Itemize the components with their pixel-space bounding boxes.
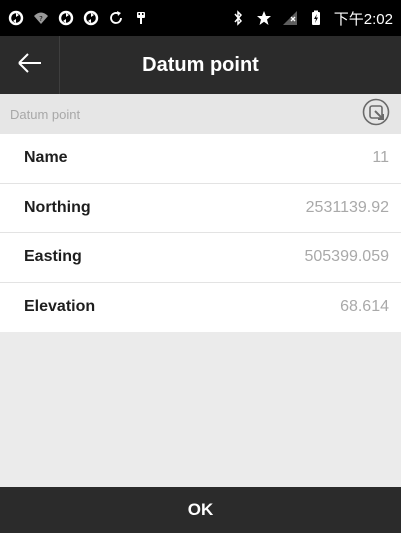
- no-signal-icon: [282, 10, 298, 26]
- status-bar: ? 下午2:02: [0, 0, 401, 36]
- field-row-elevation[interactable]: Elevation 68.614: [0, 283, 401, 333]
- field-row-easting[interactable]: Easting 505399.059: [0, 233, 401, 283]
- app-bar: Datum point: [0, 36, 401, 94]
- sync-icon: [8, 10, 24, 26]
- arrow-left-icon: [17, 52, 43, 79]
- usb-icon: [133, 10, 149, 26]
- field-value: 2531139.92: [305, 198, 389, 216]
- field-label: Elevation: [24, 298, 96, 316]
- select-point-icon: [362, 98, 390, 131]
- field-row-northing[interactable]: Northing 2531139.92: [0, 184, 401, 233]
- status-time: 下午2:02: [333, 10, 393, 28]
- status-left-icons: ?: [8, 10, 149, 26]
- select-point-button[interactable]: [361, 98, 391, 131]
- status-right-icons: 下午2:02: [230, 8, 393, 29]
- refresh-icon: [108, 10, 124, 26]
- field-value: 11: [372, 149, 389, 167]
- field-value: 505399.059: [304, 248, 389, 266]
- field-label: Name: [24, 149, 68, 167]
- section-header: Datum point: [0, 94, 401, 134]
- page-title: Datum point: [142, 53, 259, 76]
- svg-text:?: ?: [39, 15, 43, 23]
- field-value: 68.614: [340, 298, 389, 316]
- battery-charging-icon: [308, 10, 324, 26]
- bluetooth-icon: [230, 10, 246, 26]
- section-label: Datum point: [10, 106, 81, 122]
- field-row-name[interactable]: Name 11: [0, 134, 401, 184]
- back-button[interactable]: [0, 36, 60, 94]
- wifi-question-icon: ?: [33, 10, 49, 26]
- sync-icon: [83, 10, 99, 26]
- sync-icon: [58, 10, 74, 26]
- field-list: Name 11 Northing 2531139.92 Easting 5053…: [0, 134, 401, 332]
- star-icon: [256, 10, 272, 26]
- ok-button[interactable]: OK: [0, 487, 401, 533]
- field-label: Easting: [24, 248, 82, 266]
- field-label: Northing: [24, 198, 91, 216]
